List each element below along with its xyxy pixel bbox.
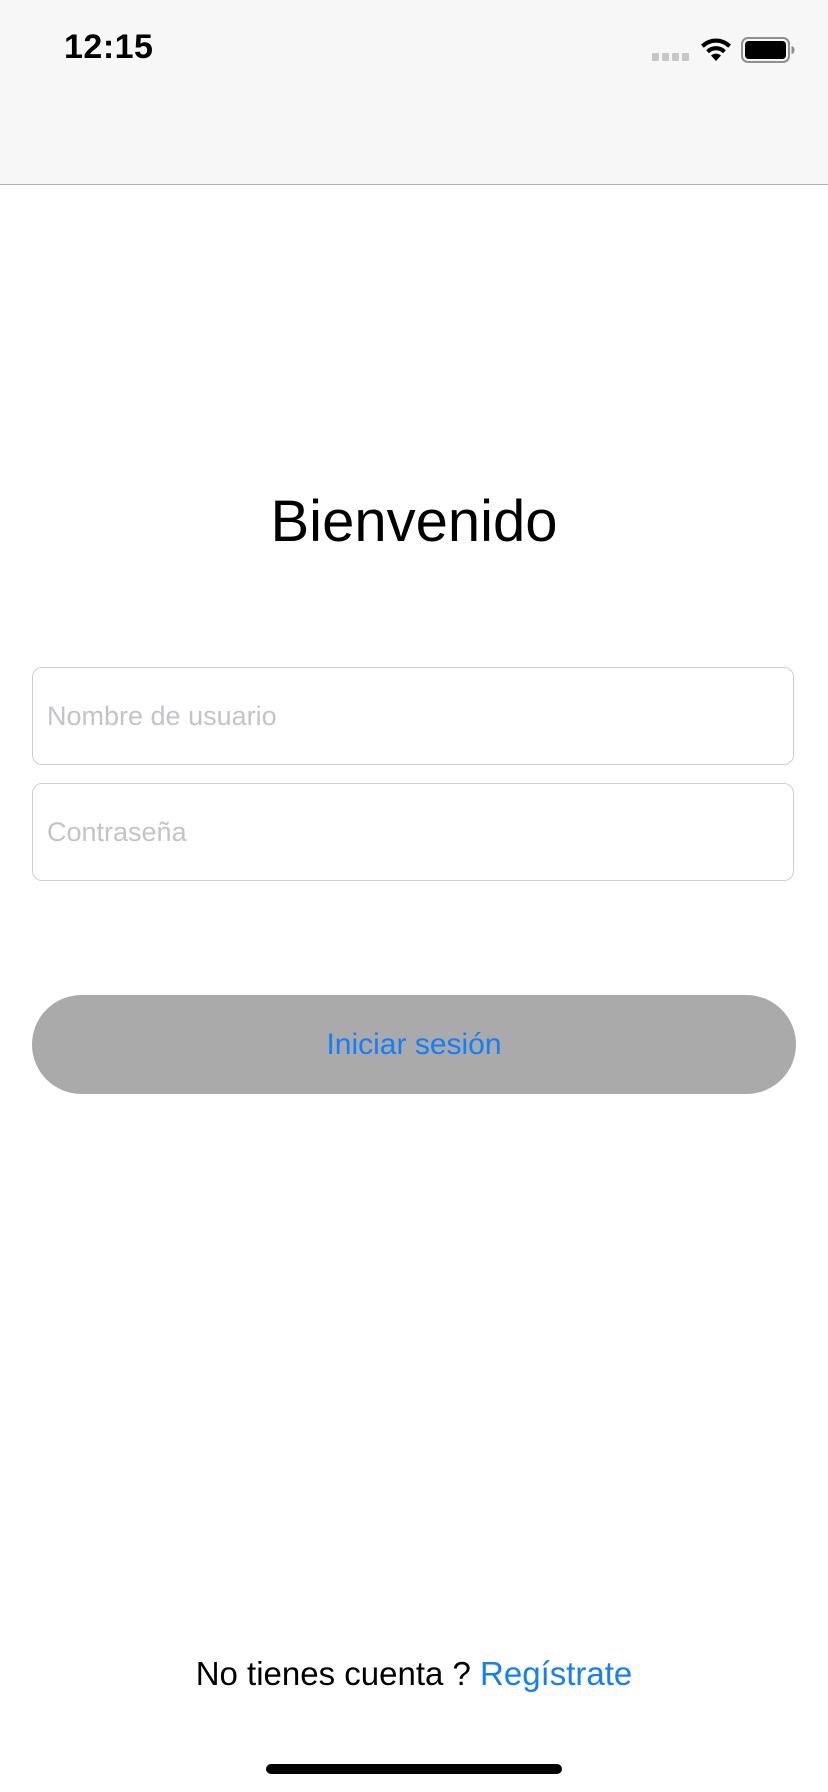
- password-input[interactable]: [33, 784, 793, 880]
- status-time: 12:15: [64, 28, 154, 66]
- password-field[interactable]: [32, 783, 794, 881]
- login-screen: 12:15 Bienvenido Iniciar sesión No tiene…: [0, 0, 828, 1792]
- username-field[interactable]: [32, 667, 794, 765]
- login-button[interactable]: Iniciar sesión: [32, 995, 796, 1094]
- wifi-icon: [701, 38, 731, 61]
- home-indicator[interactable]: [266, 1764, 562, 1774]
- battery-icon: [741, 37, 795, 63]
- navigation-bar: 12:15: [0, 0, 828, 185]
- welcome-title: Bienvenido: [270, 489, 558, 554]
- cellular-signal-icon: [652, 53, 690, 61]
- register-prompt: No tienes cuenta ? Regístrate: [0, 1655, 828, 1693]
- username-input[interactable]: [33, 668, 793, 764]
- register-prompt-text: No tienes cuenta ?: [195, 1655, 481, 1692]
- register-link[interactable]: Regístrate: [480, 1655, 632, 1692]
